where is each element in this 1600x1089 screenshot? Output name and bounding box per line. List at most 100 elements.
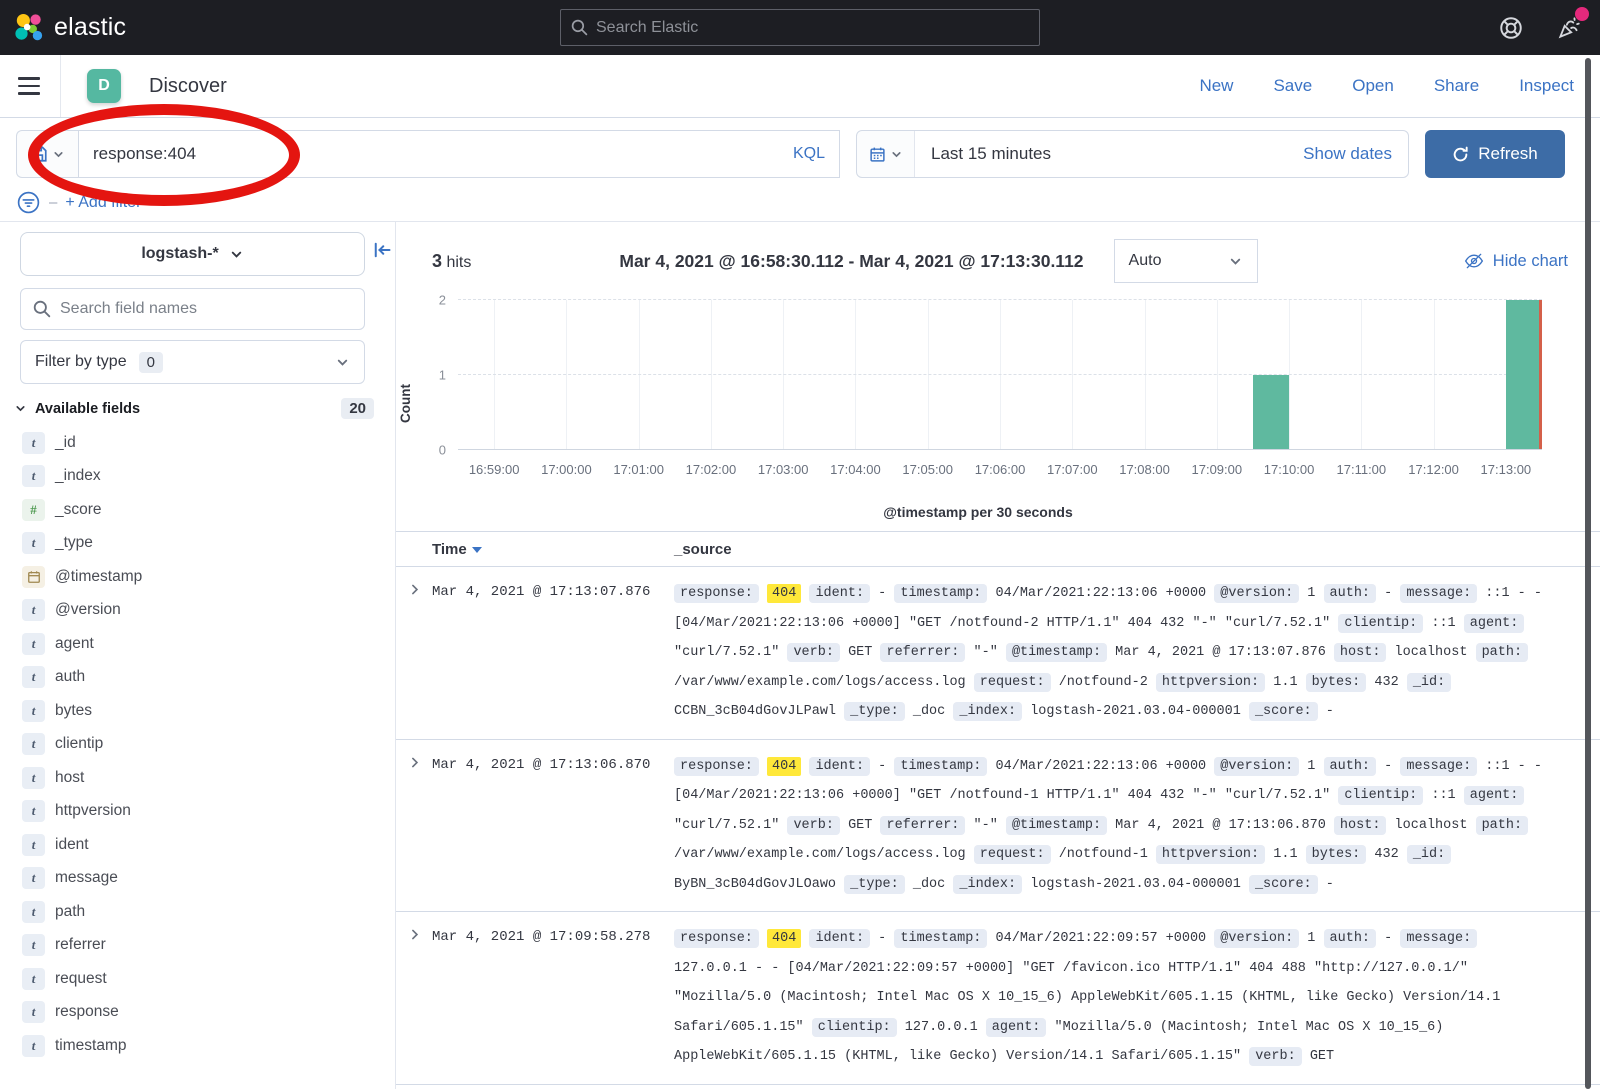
index-pattern-selector[interactable]: logstash-* bbox=[20, 232, 365, 276]
field-item-agent[interactable]: tagent bbox=[14, 627, 384, 661]
field-name: bytes bbox=[55, 702, 92, 720]
global-search-input[interactable] bbox=[596, 19, 1029, 37]
chart-bar[interactable] bbox=[1253, 375, 1289, 450]
field-item-@version[interactable]: t@version bbox=[14, 594, 384, 628]
field-key-badge: @version: bbox=[1214, 929, 1299, 948]
filter-by-type-dropdown[interactable]: Filter by type 0 bbox=[20, 340, 365, 384]
available-fields-header[interactable]: Available fields 20 bbox=[14, 398, 374, 419]
field-value: ::1 bbox=[1431, 616, 1455, 631]
field-value: /notfound-2 bbox=[1059, 675, 1148, 690]
doc-source: response: 404 ident: - timestamp: 04/Mar… bbox=[674, 924, 1548, 1072]
string-field-icon: t bbox=[22, 867, 45, 889]
field-key-badge: bytes: bbox=[1306, 673, 1367, 692]
field-key-badge: path: bbox=[1476, 816, 1529, 835]
field-item-bytes[interactable]: tbytes bbox=[14, 694, 384, 728]
field-key-badge: _type: bbox=[844, 702, 905, 721]
field-item-@timestamp[interactable]: @timestamp bbox=[14, 560, 384, 594]
nav-action-share[interactable]: Share bbox=[1434, 76, 1479, 96]
field-value: 1 bbox=[1307, 759, 1315, 774]
field-key-badge: response: bbox=[674, 929, 759, 948]
field-value: Mar 4, 2021 @ 17:13:07.876 bbox=[1115, 645, 1326, 660]
x-tick-label: 17:07:00 bbox=[1047, 462, 1098, 477]
gridline bbox=[1289, 300, 1290, 449]
string-field-icon: t bbox=[22, 901, 45, 923]
field-value: logstash-2021.03.04-000001 bbox=[1030, 877, 1241, 892]
field-name: @timestamp bbox=[55, 568, 142, 586]
string-field-icon: t bbox=[22, 432, 45, 454]
field-item-host[interactable]: thost bbox=[14, 761, 384, 795]
newsfeed-icon[interactable] bbox=[1556, 15, 1582, 41]
field-key-badge: message: bbox=[1400, 757, 1477, 776]
discover-main: 3 hits Mar 4, 2021 @ 16:58:30.112 - Mar … bbox=[396, 222, 1600, 1089]
field-item-request[interactable]: trequest bbox=[14, 962, 384, 996]
sort-desc-icon[interactable] bbox=[472, 547, 482, 553]
field-item-path[interactable]: tpath bbox=[14, 895, 384, 929]
field-key-badge: request: bbox=[974, 845, 1051, 864]
saved-queries-button[interactable] bbox=[16, 130, 78, 178]
search-icon bbox=[571, 19, 588, 36]
field-value: - bbox=[1326, 704, 1334, 719]
query-input[interactable] bbox=[93, 144, 783, 164]
gridline bbox=[1361, 300, 1362, 449]
x-tick-label: 17:05:00 bbox=[902, 462, 953, 477]
field-key-badge: timestamp: bbox=[894, 757, 987, 776]
field-item-httpversion[interactable]: thttpversion bbox=[14, 795, 384, 829]
field-item-ident[interactable]: tident bbox=[14, 828, 384, 862]
gridline bbox=[458, 299, 1542, 300]
field-search-box[interactable] bbox=[20, 288, 365, 330]
field-value: localhost bbox=[1395, 818, 1468, 833]
filter-icon[interactable] bbox=[16, 190, 41, 215]
field-key-badge: _score: bbox=[1249, 702, 1318, 721]
string-field-icon: t bbox=[22, 767, 45, 789]
string-field-icon: t bbox=[22, 1001, 45, 1023]
add-filter-button[interactable]: + Add filter bbox=[65, 194, 141, 212]
interval-select[interactable]: Auto bbox=[1114, 239, 1258, 283]
nav-action-new[interactable]: New bbox=[1199, 76, 1233, 96]
elastic-brand[interactable]: elastic bbox=[14, 13, 126, 43]
expand-row-icon[interactable] bbox=[408, 752, 432, 900]
discover-app-badge: D bbox=[87, 69, 121, 103]
field-item-message[interactable]: t message bbox=[14, 862, 384, 896]
string-field-icon: t bbox=[22, 666, 45, 688]
field-item-_type[interactable]: t_type bbox=[14, 527, 384, 561]
field-item-_id[interactable]: t_id bbox=[14, 426, 384, 460]
field-value: - bbox=[1384, 586, 1392, 601]
hits-count: 3 hits bbox=[432, 251, 471, 272]
string-field-icon: t bbox=[22, 834, 45, 856]
documents-table: Time _source Mar 4, 2021 @ 17:13:07.876 … bbox=[396, 531, 1600, 1085]
field-item-_index[interactable]: t_index bbox=[14, 460, 384, 494]
global-search-box[interactable] bbox=[560, 9, 1040, 46]
field-search-input[interactable] bbox=[60, 300, 352, 318]
show-dates-link[interactable]: Show dates bbox=[1303, 144, 1392, 164]
chart-x-labels: 16:59:0017:00:0017:01:0017:02:0017:03:00… bbox=[458, 462, 1542, 482]
calendar-button[interactable] bbox=[857, 131, 915, 177]
page-scrollbar[interactable] bbox=[1585, 58, 1591, 1089]
refresh-button[interactable]: Refresh bbox=[1425, 130, 1565, 178]
hide-chart-button[interactable]: Hide chart bbox=[1464, 251, 1568, 271]
field-item-_score[interactable]: #_score bbox=[14, 493, 384, 527]
nav-action-open[interactable]: Open bbox=[1352, 76, 1394, 96]
help-icon[interactable] bbox=[1498, 15, 1524, 41]
time-column-header[interactable]: Time bbox=[432, 541, 674, 558]
field-item-referrer[interactable]: treferrer bbox=[14, 929, 384, 963]
chart-bar[interactable] bbox=[1506, 300, 1542, 449]
nav-action-save[interactable]: Save bbox=[1273, 76, 1312, 96]
field-value: 1.1 bbox=[1273, 675, 1297, 690]
time-range-display[interactable]: Last 15 minutes Show dates bbox=[915, 131, 1408, 177]
expand-row-icon[interactable] bbox=[408, 924, 432, 1072]
field-item-clientip[interactable]: tclientip bbox=[14, 728, 384, 762]
elastic-logo-icon bbox=[14, 13, 44, 43]
field-key-badge: @version: bbox=[1214, 584, 1299, 603]
doc-source: response: 404 ident: - timestamp: 04/Mar… bbox=[674, 579, 1548, 727]
menu-hamburger-icon[interactable] bbox=[18, 66, 58, 106]
collapse-sidebar-icon[interactable] bbox=[372, 240, 392, 260]
field-name: message bbox=[55, 869, 118, 887]
field-item-response[interactable]: tresponse bbox=[14, 996, 384, 1030]
date-picker: Last 15 minutes Show dates bbox=[856, 130, 1409, 178]
expand-row-icon[interactable] bbox=[408, 579, 432, 727]
kql-language-button[interactable]: KQL bbox=[783, 145, 825, 163]
field-item-timestamp[interactable]: ttimestamp bbox=[14, 1029, 384, 1063]
string-field-icon: t bbox=[22, 733, 45, 755]
field-item-auth[interactable]: tauth bbox=[14, 661, 384, 695]
nav-action-inspect[interactable]: Inspect bbox=[1519, 76, 1574, 96]
